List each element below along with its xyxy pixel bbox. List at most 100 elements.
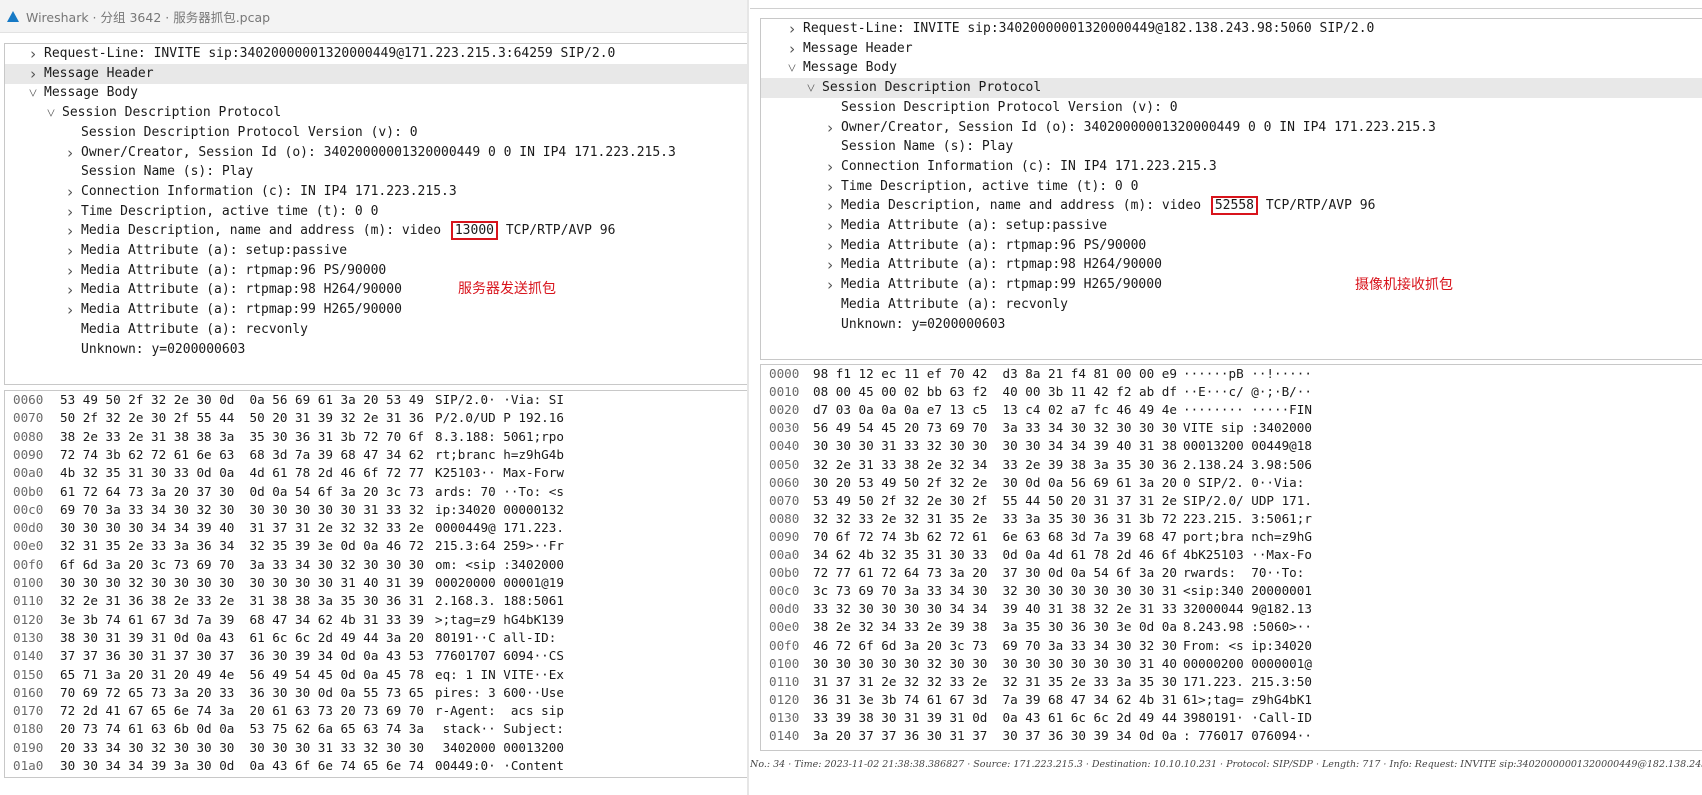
hex-row[interactable]: 0110 31 37 31 2e 32 32 33 2e 32 31 35 2e … — [761, 673, 1702, 691]
chevron-right-icon[interactable]: › — [26, 44, 40, 64]
tree-row[interactable]: › Media Attribute (a): rtpmap:99 H265/900… — [761, 275, 1702, 295]
hex-row[interactable]: 0090 70 6f 72 74 3b 62 72 61 6e 63 68 3d … — [761, 528, 1702, 546]
hex-row[interactable]: 0150 65 71 3a 20 31 20 49 4e 56 49 54 45 … — [5, 666, 748, 684]
chevron-right-icon[interactable]: › — [63, 221, 77, 241]
hex-row[interactable]: 00a0 4b 32 35 31 30 33 0d 0a 4d 61 78 2d … — [5, 464, 748, 482]
tree-row[interactable]: › Media Description, name and address (m)… — [761, 196, 1702, 216]
chevron-right-icon[interactable]: › — [785, 39, 799, 59]
chevron-right-icon[interactable]: › — [63, 143, 77, 163]
chevron-right-icon[interactable]: › — [823, 118, 837, 138]
hex-row[interactable]: 0050 32 2e 31 33 38 2e 32 34 33 2e 39 38 … — [761, 456, 1702, 474]
hex-row[interactable]: 0130 38 30 31 39 31 0d 0a 43 61 6c 6c 2d … — [5, 629, 748, 647]
tree-row[interactable]: › Connection Information (c): IN IP4 171.… — [5, 182, 748, 202]
hex-row[interactable]: 00e0 38 2e 32 34 33 2e 39 38 3a 35 30 36 … — [761, 618, 1702, 636]
hex-row[interactable]: 0100 30 30 30 30 30 32 30 30 30 30 30 30 … — [761, 655, 1702, 673]
tree-row[interactable]: › Owner/Creator, Session Id (o): 34020000… — [761, 118, 1702, 138]
tree-row[interactable]: › Media Attribute (a): setup:passive — [5, 241, 748, 261]
chevron-right-icon[interactable]: › — [63, 241, 77, 261]
hex-row[interactable]: 00c0 3c 73 69 70 3a 33 34 30 32 30 30 30 … — [761, 582, 1702, 600]
chevron-down-icon[interactable]: ˅ — [44, 103, 58, 123]
chevron-right-icon[interactable]: › — [823, 177, 837, 197]
tree-row[interactable]: Media Attribute (a): recvonly — [5, 320, 748, 340]
tree-row[interactable]: › Media Description, name and address (m)… — [5, 221, 748, 241]
tree-row[interactable]: › Owner/Creator, Session Id (o): 34020000… — [5, 143, 748, 163]
hex-row[interactable]: 0120 36 31 3e 3b 74 61 67 3d 7a 39 68 47 … — [761, 691, 1702, 709]
chevron-right-icon[interactable]: › — [26, 64, 40, 84]
chevron-right-icon[interactable]: › — [823, 157, 837, 177]
tree-row[interactable]: › Request-Line: INVITE sip:34020000001320… — [5, 44, 748, 64]
chevron-right-icon[interactable]: › — [823, 275, 837, 295]
hex-row[interactable]: 0130 33 39 38 30 31 39 31 0d 0a 43 61 6c … — [761, 709, 1702, 727]
packet-details-tree[interactable]: › Request-Line: INVITE sip:34020000001320… — [760, 18, 1702, 360]
tree-row[interactable]: › Media Attribute (a): setup:passive — [761, 216, 1702, 236]
hex-row[interactable]: 0030 56 49 54 45 20 73 69 70 3a 33 34 30 … — [761, 419, 1702, 437]
tree-row[interactable]: › Message Header — [761, 39, 1702, 59]
hex-row[interactable]: 00a0 34 62 4b 32 35 31 30 33 0d 0a 4d 61 … — [761, 546, 1702, 564]
hex-row[interactable]: 0170 72 2d 41 67 65 6e 74 3a 20 61 63 73 … — [5, 702, 748, 720]
chevron-right-icon[interactable]: › — [785, 19, 799, 39]
hex-row[interactable]: 0080 32 32 33 2e 32 31 35 2e 33 3a 35 30 … — [761, 510, 1702, 528]
hex-row[interactable]: 0060 30 20 53 49 50 2f 32 2e 30 0d 0a 56 … — [761, 474, 1702, 492]
hex-row[interactable]: 0020 d7 03 0a 0a 0a e7 13 c5 13 c4 02 a7 … — [761, 401, 1702, 419]
chevron-right-icon[interactable]: › — [63, 202, 77, 222]
chevron-right-icon[interactable]: › — [823, 216, 837, 236]
hex-row[interactable]: 0190 20 33 34 30 32 30 30 30 30 30 30 31 … — [5, 739, 748, 757]
hex-row[interactable]: 0120 3e 3b 74 61 67 3d 7a 39 68 47 34 62 … — [5, 611, 748, 629]
tree-row[interactable]: › Time Description, active time (t): 0 0 — [5, 202, 748, 222]
chevron-right-icon[interactable]: › — [63, 300, 77, 320]
chevron-right-icon[interactable]: › — [823, 255, 837, 275]
hex-row[interactable]: 0000 98 f1 12 ec 11 ef 70 42 d3 8a 21 f4 … — [761, 365, 1702, 383]
packet-bytes-pane[interactable]: 0000 98 f1 12 ec 11 ef 70 42 d3 8a 21 f4 … — [760, 364, 1702, 751]
chevron-down-icon[interactable]: ˅ — [785, 58, 799, 78]
tree-row[interactable]: Unknown: y=0200000603 — [5, 340, 748, 360]
tree-row[interactable]: › Media Attribute (a): rtpmap:98 H264/900… — [761, 255, 1702, 275]
hex-row[interactable]: 01a0 30 30 34 34 39 3a 30 0d 0a 43 6f 6e … — [5, 757, 748, 775]
packet-bytes-pane[interactable]: 0060 53 49 50 2f 32 2e 30 0d 0a 56 69 61 … — [4, 390, 748, 778]
hex-row[interactable]: 0080 38 2e 33 2e 31 38 38 3a 35 30 36 31 … — [5, 428, 748, 446]
hex-row[interactable]: 0110 32 2e 31 36 38 2e 33 2e 31 38 38 3a … — [5, 592, 748, 610]
tree-row[interactable]: ˅ Message Body — [761, 58, 1702, 78]
hex-row[interactable]: 00f0 6f 6d 3a 20 3c 73 69 70 3a 33 34 30 … — [5, 556, 748, 574]
hex-row[interactable]: 0060 53 49 50 2f 32 2e 30 0d 0a 56 69 61 … — [5, 391, 748, 409]
tree-row[interactable]: › Media Attribute (a): rtpmap:96 PS/90000 — [5, 261, 748, 281]
hex-row[interactable]: 00b0 61 72 64 73 3a 20 37 30 0d 0a 54 6f … — [5, 483, 748, 501]
hex-row[interactable]: 0140 3a 20 37 37 36 30 31 37 30 37 36 30 … — [761, 727, 1702, 745]
hex-row[interactable]: 0140 37 37 36 30 31 37 30 37 36 30 39 34 … — [5, 647, 748, 665]
hex-row[interactable]: 00f0 46 72 6f 6d 3a 20 3c 73 69 70 3a 33 … — [761, 637, 1702, 655]
hex-row[interactable]: 00b0 72 77 61 72 64 73 3a 20 37 30 0d 0a … — [761, 564, 1702, 582]
tree-row[interactable]: › Media Attribute (a): rtpmap:99 H265/900… — [5, 300, 748, 320]
tree-row[interactable]: ˅ Session Description Protocol — [5, 103, 748, 123]
tree-row[interactable]: › Media Attribute (a): rtpmap:98 H264/900… — [5, 280, 748, 300]
hex-row[interactable]: 00e0 32 31 35 2e 33 3a 36 34 32 35 39 3e … — [5, 537, 748, 555]
tree-row[interactable]: › Request-Line: INVITE sip:34020000001320… — [761, 19, 1702, 39]
tree-row[interactable]: Unknown: y=0200000603 — [761, 315, 1702, 335]
tree-row[interactable]: Session Description Protocol Version (v)… — [761, 98, 1702, 118]
chevron-down-icon[interactable]: ˅ — [804, 78, 818, 98]
hex-row[interactable]: 0010 08 00 45 00 02 bb 63 f2 40 00 3b 11 … — [761, 383, 1702, 401]
hex-row[interactable]: 0100 30 30 30 32 30 30 30 30 30 30 30 30 … — [5, 574, 748, 592]
packet-details-tree[interactable]: › Request-Line: INVITE sip:34020000001320… — [4, 43, 748, 385]
chevron-right-icon[interactable]: › — [63, 261, 77, 281]
tree-row[interactable]: ˅ Message Body — [5, 83, 748, 103]
chevron-right-icon[interactable]: › — [63, 182, 77, 202]
hex-row[interactable]: 0070 53 49 50 2f 32 2e 30 2f 55 44 50 20 … — [761, 492, 1702, 510]
hex-row[interactable]: 0160 70 69 72 65 73 3a 20 33 36 30 30 0d … — [5, 684, 748, 702]
hex-row[interactable]: 0180 20 73 74 61 63 6b 0d 0a 53 75 62 6a … — [5, 720, 748, 738]
chevron-down-icon[interactable]: ˅ — [26, 83, 40, 103]
tree-row[interactable]: › Connection Information (c): IN IP4 171.… — [761, 157, 1702, 177]
hex-row[interactable]: 0070 50 2f 32 2e 30 2f 55 44 50 20 31 39 … — [5, 409, 748, 427]
tree-row[interactable]: Media Attribute (a): recvonly — [761, 295, 1702, 315]
hex-row[interactable]: 0090 72 74 3b 62 72 61 6e 63 68 3d 7a 39 … — [5, 446, 748, 464]
tree-row[interactable]: › Message Header — [5, 63, 748, 84]
tree-row[interactable]: › Media Attribute (a): rtpmap:96 PS/90000 — [761, 236, 1702, 256]
tree-row[interactable]: Session Name (s): Play — [761, 137, 1702, 157]
tree-row[interactable]: Session Description Protocol Version (v)… — [5, 123, 748, 143]
chevron-right-icon[interactable]: › — [63, 280, 77, 300]
hex-row[interactable]: 00c0 69 70 3a 33 34 30 32 30 30 30 30 30 … — [5, 501, 748, 519]
hex-row[interactable]: 0040 30 30 30 31 33 32 30 30 30 30 34 34 … — [761, 437, 1702, 455]
tree-row[interactable]: Session Name (s): Play — [5, 162, 748, 182]
hex-row[interactable]: 00d0 30 30 30 30 34 34 39 40 31 37 31 2e … — [5, 519, 748, 537]
chevron-right-icon[interactable]: › — [823, 236, 837, 256]
tree-row[interactable]: › Time Description, active time (t): 0 0 — [761, 177, 1702, 197]
tree-row[interactable]: ˅ Session Description Protocol — [761, 78, 1702, 99]
